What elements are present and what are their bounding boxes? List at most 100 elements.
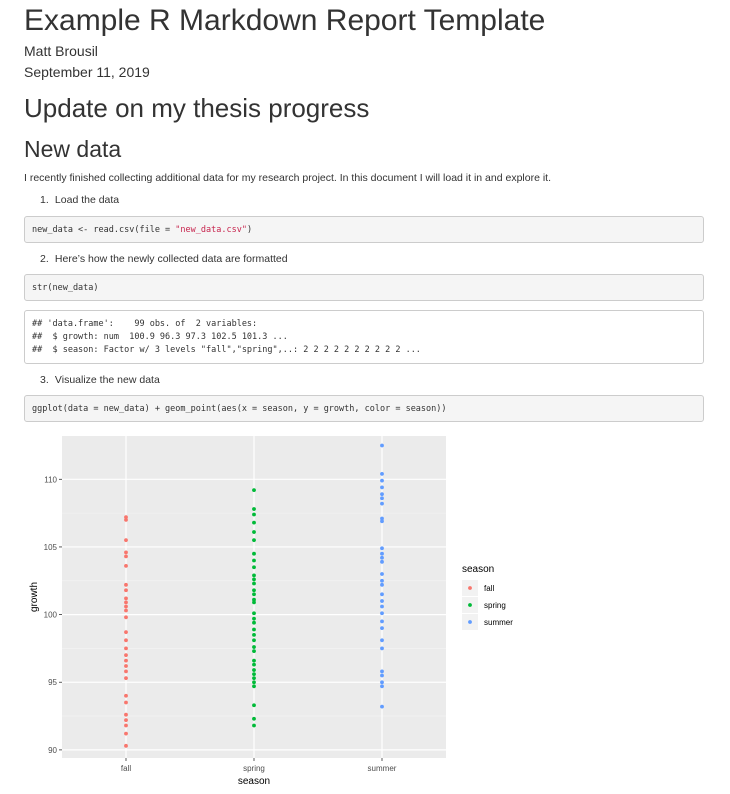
data-point-summer: [380, 551, 384, 556]
data-point-summer: [380, 519, 384, 524]
data-point-summer: [380, 599, 384, 603]
data-point-spring: [252, 662, 256, 667]
y-tick-label: 100: [44, 611, 58, 620]
data-point-spring: [252, 672, 256, 677]
data-point-fall: [124, 676, 128, 681]
data-point-summer: [380, 673, 384, 678]
data-point-fall: [124, 588, 128, 593]
data-point-fall: [124, 743, 128, 748]
report-title: Example R Markdown Report Template: [24, 4, 546, 37]
data-point-spring: [252, 600, 256, 605]
data-point-spring: [252, 668, 256, 672]
data-point-summer: [380, 471, 384, 476]
data-point-fall: [124, 653, 128, 658]
data-point-spring: [252, 658, 256, 663]
legend-title: season: [462, 564, 494, 575]
data-point-spring: [252, 507, 256, 511]
code-block-plot[interactable]: ggplot(data = new_data) + geom_point(aes…: [24, 395, 704, 422]
data-point-fall: [124, 554, 128, 559]
data-point-summer: [380, 619, 384, 624]
data-point-fall: [124, 664, 128, 668]
data-point-spring: [252, 577, 256, 582]
data-point-fall: [124, 718, 128, 723]
data-point-spring: [252, 530, 256, 534]
data-point-spring: [252, 573, 256, 578]
data-point-fall: [124, 723, 128, 728]
output-block-str[interactable]: ## 'data.frame': 99 obs. of 2 variables:…: [24, 310, 704, 364]
x-tick-label: fall: [121, 764, 131, 773]
data-point-summer: [380, 478, 384, 483]
code-line: ggplot(data = new_data) + geom_point(aes…: [32, 404, 447, 414]
step-number: 3.: [40, 374, 49, 386]
step-number: 2.: [40, 253, 49, 265]
data-point-summer: [380, 611, 384, 616]
data-point-fall: [124, 638, 128, 643]
data-point-fall: [124, 550, 128, 555]
data-point-fall: [124, 669, 128, 674]
output-line: ## $ season: Factor w/ 3 levels "fall","…: [32, 345, 421, 355]
output-line: ## 'data.frame': 99 obs. of 2 variables:: [32, 319, 258, 329]
data-point-spring: [252, 684, 256, 689]
step-label: Load the data: [54, 194, 120, 206]
scatter-plot: 90 95 100 105 110 fall spring summer season growt…: [29, 436, 513, 787]
code-line: new_data <- read.csv(file = "new_data.cs…: [32, 224, 696, 237]
step-item-1: 1. Load the data: [40, 194, 119, 207]
code-line: str(new_data): [32, 283, 99, 293]
intro-paragraph: I recently finished collecting additiona…: [24, 172, 552, 184]
data-point-spring: [252, 649, 256, 654]
data-point-fall: [124, 630, 128, 635]
data-point-fall: [124, 596, 128, 601]
data-point-summer: [380, 546, 384, 551]
data-point-spring: [252, 592, 256, 597]
data-point-summer: [380, 669, 384, 674]
data-point-spring: [252, 632, 256, 637]
code-string: "new_data.csv": [175, 225, 247, 235]
y-tick-label: 110: [44, 475, 57, 484]
data-point-spring: [252, 488, 256, 493]
data-point-summer: [380, 496, 384, 501]
code-block-load[interactable]: new_data <- read.csv(file = "new_data.cs…: [24, 216, 704, 243]
data-point-spring: [252, 723, 256, 728]
data-point-fall: [124, 693, 128, 698]
legend-label-summer: summer: [484, 618, 513, 627]
data-point-summer: [380, 443, 384, 448]
data-point-summer: [380, 501, 384, 506]
section-heading: Update on my thesis progress: [24, 93, 370, 123]
data-point-fall: [124, 563, 128, 568]
output-line: ## $ growth: num 100.9 96.3 97.3 102.5 1…: [32, 332, 288, 342]
data-point-spring: [252, 558, 256, 563]
step-item-3: 3. Visualize the new data: [40, 374, 160, 387]
data-point-summer: [380, 604, 384, 609]
step-label: Visualize the new data: [54, 374, 160, 386]
data-point-summer: [380, 684, 384, 689]
data-point-summer: [380, 572, 384, 576]
data-point-spring: [252, 616, 256, 621]
x-tick-label: summer: [368, 764, 397, 773]
y-tick-label: 105: [44, 543, 58, 552]
data-point-fall: [124, 731, 128, 736]
code-text: new_data <- read.csv(file =: [32, 225, 176, 235]
data-point-summer: [380, 646, 384, 651]
data-point-spring: [252, 627, 256, 632]
data-point-spring: [252, 538, 256, 543]
code-block-str[interactable]: str(new_data): [24, 274, 704, 301]
data-point-fall: [124, 615, 128, 620]
step-label: Here’s how the newly collected data are …: [54, 253, 288, 265]
data-point-summer: [380, 555, 384, 560]
data-point-summer: [380, 592, 384, 597]
data-point-spring: [252, 565, 256, 570]
data-point-spring: [252, 551, 256, 556]
data-point-fall: [124, 604, 128, 609]
x-axis-title: season: [238, 776, 270, 787]
code-text: ): [246, 225, 253, 235]
data-point-spring: [252, 645, 256, 649]
data-point-spring: [252, 638, 256, 643]
data-point-summer: [380, 704, 384, 709]
data-point-fall: [124, 646, 128, 651]
legend-label-spring: spring: [484, 601, 506, 610]
data-point-summer: [380, 559, 384, 564]
legend-swatch-fall: [468, 586, 472, 590]
data-point-fall: [124, 538, 128, 543]
legend-label-fall: fall: [484, 584, 494, 593]
data-point-spring: [252, 581, 256, 586]
